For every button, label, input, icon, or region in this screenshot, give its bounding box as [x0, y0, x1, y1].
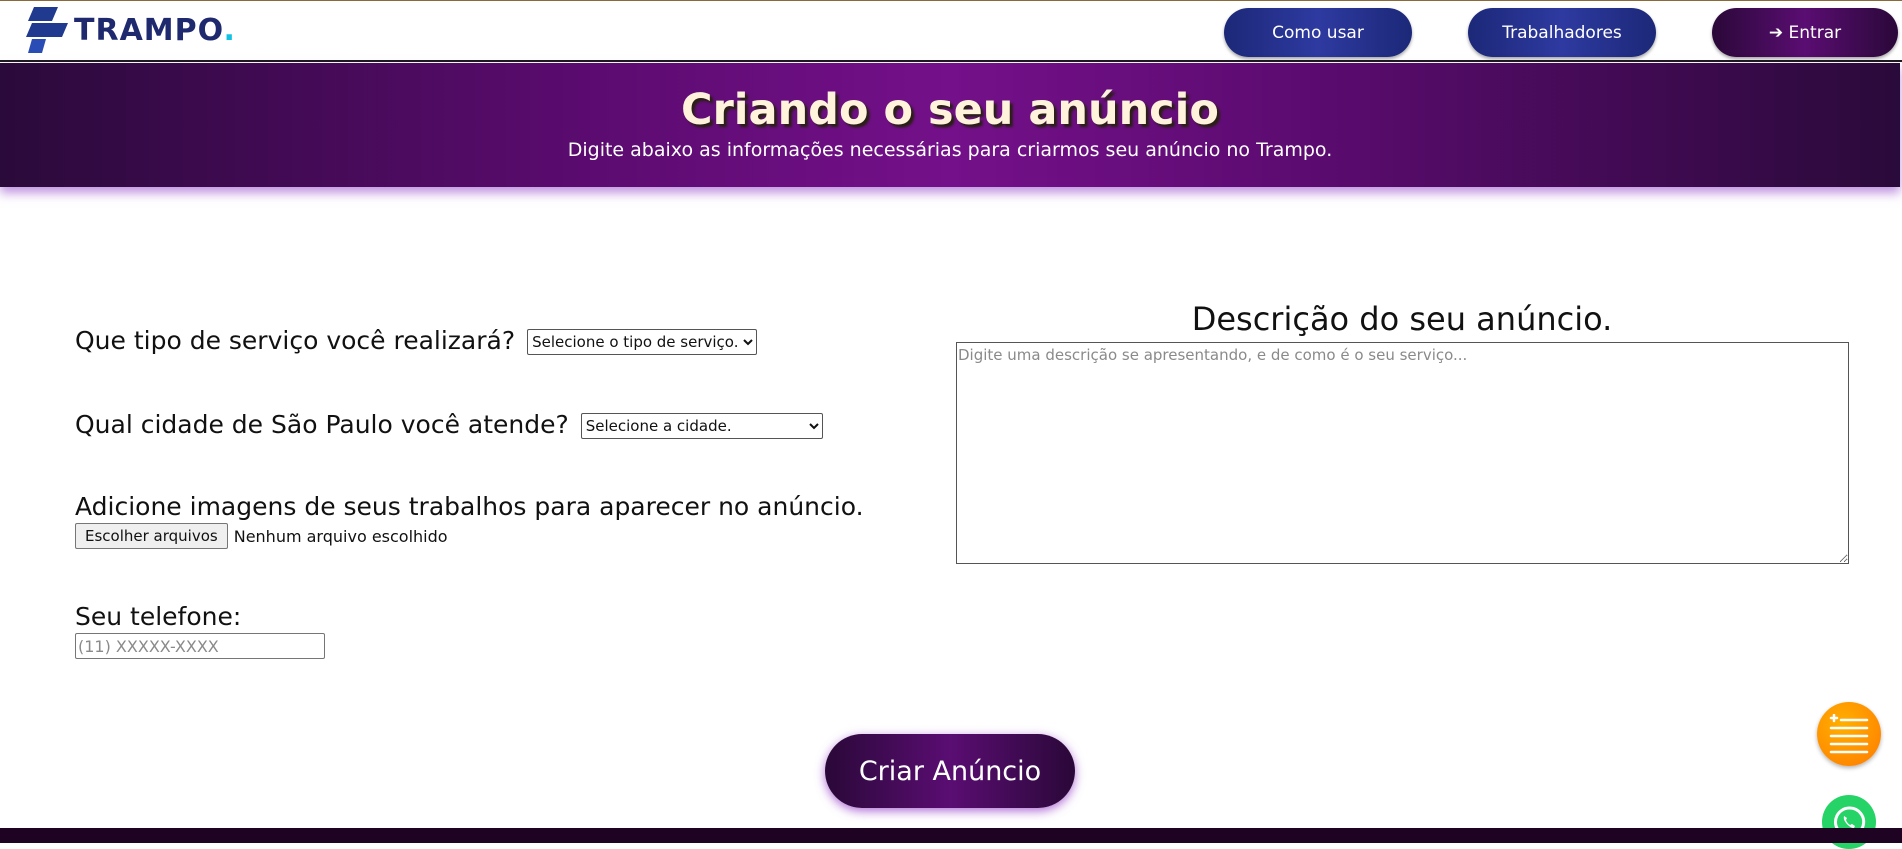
file-upload: Escolher arquivos Nenhum arquivo escolhi…: [75, 523, 448, 549]
page-subtitle: Digite abaixo as informações necessárias…: [567, 139, 1333, 161]
phone-input[interactable]: [75, 633, 325, 659]
como-usar-button[interactable]: Como usar: [1224, 8, 1412, 57]
service-label: Que tipo de serviço você realizará?: [75, 326, 516, 355]
brand-logo[interactable]: TRAMPO.: [24, 7, 236, 53]
trampo-logo-icon: [26, 7, 68, 53]
hero-banner: Criando o seu anúncio Digite abaixo as i…: [0, 63, 1900, 187]
service-question: Que tipo de serviço você realizará? Sele…: [75, 326, 758, 355]
footer-bar: [0, 828, 1902, 843]
page-title: Criando o seu anúncio: [681, 85, 1219, 135]
brand-dot: .: [223, 12, 236, 48]
description-title: Descrição do seu anúncio.: [1191, 300, 1613, 338]
navbar: TRAMPO. Como usar Trabalhadores ➔ Entrar: [0, 1, 1902, 62]
menu-list-icon: [1829, 714, 1869, 754]
city-label: Qual cidade de São Paulo você atende?: [75, 410, 569, 439]
menu-fab-button[interactable]: [1817, 702, 1881, 766]
trabalhadores-button[interactable]: Trabalhadores: [1468, 8, 1656, 57]
city-question: Qual cidade de São Paulo você atende? Se…: [75, 410, 823, 439]
create-ad-button[interactable]: Criar Anúncio: [825, 734, 1075, 808]
choose-files-button[interactable]: Escolher arquivos: [75, 523, 228, 549]
service-select[interactable]: Selecione o tipo de serviço.: [527, 329, 758, 355]
city-select[interactable]: Selecione a cidade.: [580, 413, 823, 439]
file-status-text: Nenhum arquivo escolhido: [233, 526, 448, 546]
brand-name: TRAMPO.: [74, 12, 236, 48]
description-textarea[interactable]: [956, 342, 1849, 564]
phone-label: Seu telefone:: [75, 602, 242, 631]
images-label: Adicione imagens de seus trabalhos para …: [75, 492, 864, 521]
entrar-button[interactable]: ➔ Entrar: [1712, 8, 1898, 57]
